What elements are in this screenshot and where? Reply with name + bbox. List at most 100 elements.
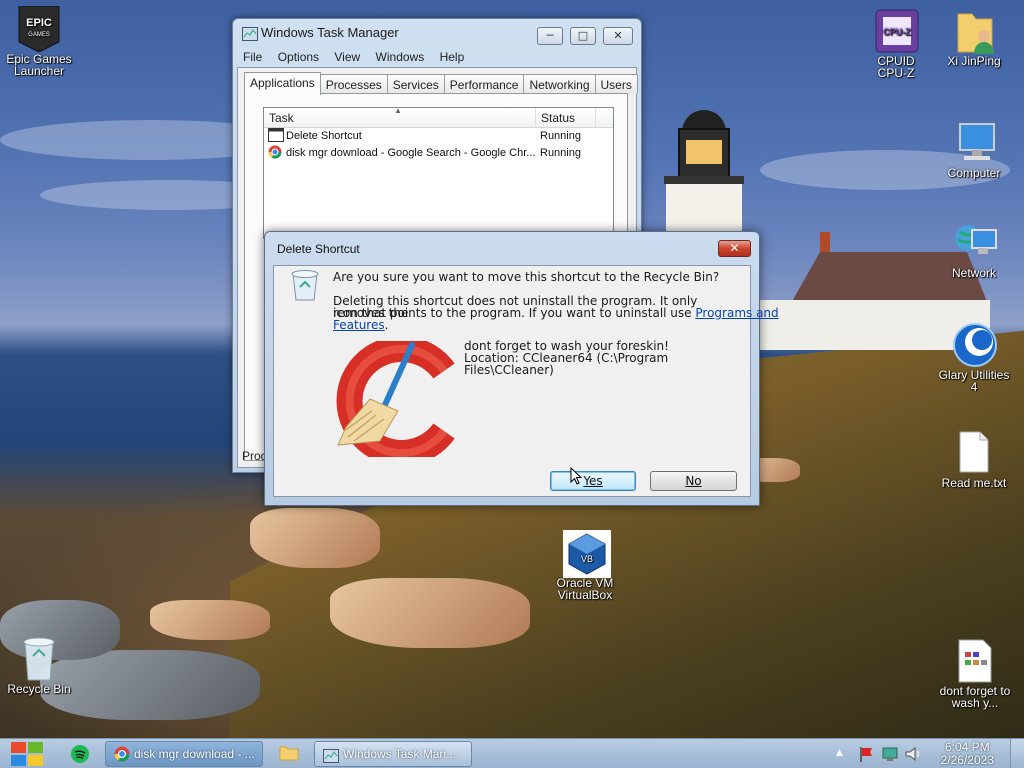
task-name: Delete Shortcut [286, 130, 362, 142]
menu-help[interactable]: Help [440, 50, 465, 64]
no-button-label: No [685, 474, 702, 488]
desktop-icon-label: Computer [947, 166, 1001, 180]
yes-button-label: Yes [583, 474, 603, 488]
column-task-label: Task [269, 111, 294, 125]
recycle-bin-icon [288, 268, 322, 305]
close-button[interactable]: ✕ [603, 27, 633, 45]
features-link[interactable]: Features [333, 318, 385, 332]
desktop-icon-network[interactable]: Network [936, 220, 1012, 279]
dialog-question: Are you sure you want to move this short… [333, 270, 720, 284]
desktop-icon-label: Network [951, 266, 996, 280]
taskbar-button-label: Windows Task Man... [343, 747, 457, 761]
user-folder-icon [952, 8, 996, 54]
tab-processes[interactable]: Processes [319, 74, 388, 94]
minimize-button[interactable]: ─ [537, 27, 563, 45]
task-status: Running [540, 147, 581, 159]
sort-arrow-icon: ▲ [394, 106, 402, 115]
chrome-icon [114, 746, 130, 766]
desktop-icon-label: Xi JinPing [947, 54, 1001, 68]
clock-date: 2/26/2023 [940, 753, 994, 767]
epic-games-icon: EPIC GAMES [17, 5, 61, 53]
network-icon [952, 220, 997, 264]
desktop-icon-virtualbox[interactable]: VB Oracle VM VirtualBox [547, 530, 623, 601]
text-file-icon [952, 430, 996, 474]
taskbar-chrome-button[interactable]: disk mgr download - ... [105, 741, 263, 767]
menu-file[interactable]: File [243, 50, 262, 64]
table-row[interactable]: disk mgr download - Google Search - Goog… [264, 145, 613, 162]
desktop-icon-recycle-bin[interactable]: Recycle Bin [1, 636, 77, 695]
tab-performance[interactable]: Performance [443, 74, 525, 94]
desktop-icon-label: Read me.txt [941, 476, 1007, 490]
column-task[interactable]: Task ▲ [264, 106, 536, 127]
tab-networking[interactable]: Networking [523, 74, 596, 94]
desktop-icon-cpuz[interactable]: CPU-Z CPUID CPU-Z [858, 8, 934, 79]
desktop-icon-glary[interactable]: Glary Utilities 4 [936, 322, 1012, 393]
wallpaper-rock [150, 600, 270, 640]
tab-services[interactable]: Services [386, 74, 445, 94]
tab-users[interactable]: Users [594, 74, 638, 94]
desktop-icon-readme[interactable]: Read me.txt [936, 430, 1012, 489]
menu-options[interactable]: Options [278, 50, 319, 64]
system-clock[interactable]: 6:04 PM 2/26/2023 [941, 741, 994, 767]
wallpaper-rock [330, 578, 530, 648]
table-row[interactable]: Delete Shortcut Running [264, 128, 613, 145]
desktop-icon-document[interactable]: dont forget to wash y... [937, 638, 1013, 709]
yes-button[interactable]: Yes [550, 471, 636, 491]
desktop-icon-label: Oracle VM VirtualBox [556, 576, 614, 602]
task-list-header: Task ▲ Status [264, 106, 613, 128]
desktop-icon-label: Epic Games Launcher [6, 52, 72, 78]
taskbar: disk mgr download - ... Windows Task Man… [0, 738, 1024, 768]
desktop-icon-user-folder[interactable]: Xi JinPing [936, 8, 1012, 67]
desktop-icon-computer[interactable]: Computer [936, 120, 1012, 179]
menu-bar: File Options View Windows Help [233, 47, 641, 67]
tab-applications[interactable]: Applications [244, 72, 321, 95]
desktop-icon-label: Glary Utilities 4 [938, 368, 1010, 394]
dialog-info-line3: Features. [333, 319, 388, 331]
action-center-flag-icon[interactable] [858, 745, 876, 766]
recycle-bin-icon [17, 636, 61, 681]
window-app-icon [268, 128, 284, 142]
desktop-icon-label: dont forget to wash y... [939, 684, 1011, 710]
task-status: Running [540, 130, 581, 142]
dialog-info-suffix: . [384, 318, 389, 332]
programs-and-features-link[interactable]: Programs and [695, 306, 778, 320]
wallpaper-lighthouse-rail [664, 176, 744, 184]
task-manager-icon [242, 27, 258, 44]
task-manager-icon [323, 747, 339, 766]
desktop-icon-epic-games[interactable]: EPIC GAMES Epic Games Launcher [1, 5, 77, 78]
task-name: disk mgr download - Google Search - Goog… [286, 147, 536, 159]
menu-view[interactable]: View [334, 50, 360, 64]
tab-strip: Applications Processes Services Performa… [244, 72, 638, 95]
svg-text:CPU-Z: CPU-Z [883, 27, 911, 37]
volume-icon[interactable] [904, 745, 922, 766]
maximize-button[interactable]: □ [570, 27, 596, 45]
wallpaper-lighthouse [666, 182, 742, 234]
wallpaper-rock [250, 508, 380, 568]
svg-text:GAMES: GAMES [28, 32, 50, 38]
delete-shortcut-dialog: Delete Shortcut ✕ Are you sure you want … [264, 231, 779, 506]
wallpaper-lighthouse-light [686, 140, 722, 164]
dialog-info-line2: icon that points to the program. If you … [333, 307, 779, 319]
dialog-title: Delete Shortcut [277, 242, 360, 256]
taskbar-button-label: disk mgr download - ... [134, 747, 255, 761]
show-hidden-icons-icon[interactable]: ▲ [836, 748, 843, 758]
mouse-cursor-icon [570, 466, 583, 488]
chrome-icon [268, 145, 284, 159]
folder-icon[interactable] [279, 745, 299, 764]
no-button[interactable]: No [650, 471, 737, 491]
glary-utilities-icon [952, 322, 997, 367]
show-desktop-button[interactable] [1010, 739, 1024, 768]
network-tray-icon[interactable] [881, 745, 899, 766]
computer-icon [952, 120, 996, 164]
status-bar-processes: Proc [242, 449, 267, 463]
spotify-icon[interactable] [70, 744, 90, 767]
virtualbox-icon: VB [563, 530, 611, 578]
dialog-body: Are you sure you want to move this short… [273, 265, 779, 497]
taskbar-task-manager-button[interactable]: Windows Task Man... [314, 741, 472, 767]
start-button[interactable] [9, 740, 45, 768]
column-status[interactable]: Status [536, 108, 596, 127]
task-list[interactable]: Task ▲ Status Delete Shortcut Running di… [263, 106, 614, 239]
dialog-close-button[interactable]: ✕ [718, 240, 751, 257]
document-icon [953, 638, 997, 683]
menu-windows[interactable]: Windows [376, 50, 425, 64]
